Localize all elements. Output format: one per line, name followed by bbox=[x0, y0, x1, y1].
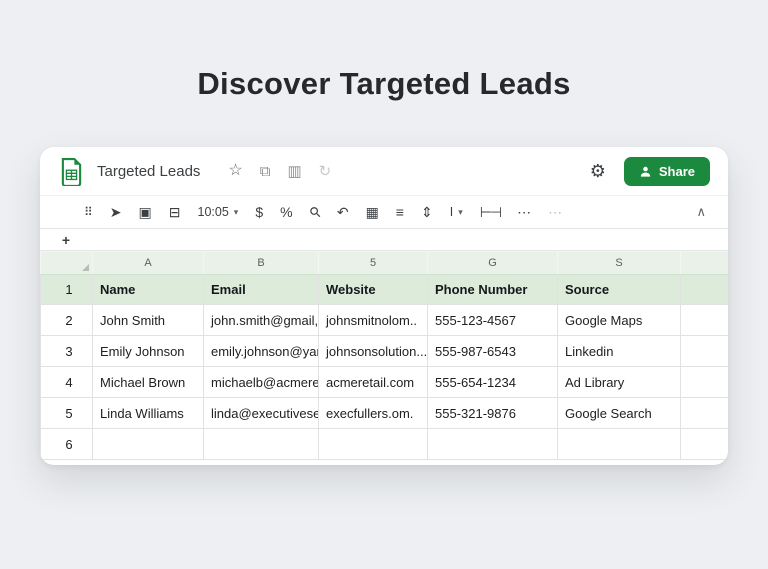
doc-header-actions: ☆ ⧉ ▥ ↻ bbox=[228, 163, 331, 179]
share-button-label: Share bbox=[658, 163, 695, 179]
cell[interactable] bbox=[680, 428, 728, 460]
cell[interactable]: john.smith@gmail, bbox=[203, 304, 319, 336]
spreadsheet-window: Targeted Leads ☆ ⧉ ▥ ↻ ⚙ Share ⠿ ➤ ▣ ⊟ 1… bbox=[40, 147, 728, 465]
cell[interactable]: Ad Library bbox=[557, 366, 681, 398]
cell[interactable]: Linda Williams bbox=[92, 397, 204, 429]
table-row: 3 Emily Johnson emily.johnson@yar johnso… bbox=[40, 335, 728, 367]
cell[interactable]: John Smith bbox=[92, 304, 204, 336]
table-row: 4 Michael Brown michaelb@acmeret acmeret… bbox=[40, 366, 728, 398]
column-header-a[interactable]: A bbox=[92, 251, 204, 275]
cell[interactable] bbox=[680, 397, 728, 429]
settings-gear-icon[interactable]: ⚙ bbox=[590, 162, 606, 180]
vertical-align-icon[interactable]: ⇕ bbox=[421, 205, 433, 219]
cell[interactable]: 555-321-9876 bbox=[427, 397, 558, 429]
column-header-d[interactable]: G bbox=[427, 251, 558, 275]
present-icon[interactable]: ⊟ bbox=[169, 205, 181, 219]
row-number[interactable]: 2 bbox=[40, 304, 93, 336]
paint-format-icon[interactable]: ➤ bbox=[110, 205, 122, 219]
more-options-icon[interactable]: ⋯ bbox=[548, 205, 562, 219]
cell[interactable]: Name bbox=[92, 274, 204, 305]
cell[interactable] bbox=[680, 335, 728, 367]
cell[interactable]: Email bbox=[203, 274, 319, 305]
person-icon bbox=[639, 165, 652, 178]
cell[interactable]: johnsonsolution... bbox=[318, 335, 428, 367]
cell[interactable]: 555-123-4567 bbox=[427, 304, 558, 336]
cell[interactable]: Michael Brown bbox=[92, 366, 204, 398]
cell[interactable]: Website bbox=[318, 274, 428, 305]
column-header-c[interactable]: 5 bbox=[318, 251, 428, 275]
column-header-row: A B 5 G S bbox=[40, 251, 728, 275]
borders-icon[interactable]: ▦ bbox=[366, 205, 379, 219]
cell[interactable]: execfullers.om. bbox=[318, 397, 428, 429]
row-number[interactable]: 1 bbox=[40, 274, 93, 305]
cell[interactable]: michaelb@acmeret bbox=[203, 366, 319, 398]
cell[interactable]: emily.johnson@yar bbox=[203, 335, 319, 367]
share-button[interactable]: Share bbox=[623, 156, 710, 186]
table-row: 1 Name Email Website Phone Number Source bbox=[40, 274, 728, 305]
cell[interactable]: acmeretail.com bbox=[318, 366, 428, 398]
select-all-cell[interactable] bbox=[40, 251, 93, 275]
cell[interactable]: 555-987-6543 bbox=[427, 335, 558, 367]
add-icon[interactable]: + bbox=[40, 232, 92, 248]
zoom-value: 10:05 bbox=[197, 205, 229, 219]
table-row: 2 John Smith john.smith@gmail, johnsmitn… bbox=[40, 304, 728, 336]
cell[interactable]: Phone Number bbox=[427, 274, 558, 305]
percent-format-icon[interactable]: % bbox=[280, 205, 292, 219]
cell[interactable]: Emily Johnson bbox=[92, 335, 204, 367]
page-title: Discover Targeted Leads bbox=[197, 66, 571, 101]
cell[interactable] bbox=[92, 428, 204, 460]
row-number[interactable]: 5 bbox=[40, 397, 93, 429]
text-color-icon: I bbox=[449, 205, 454, 219]
star-icon[interactable]: ☆ bbox=[228, 163, 242, 179]
column-header-b[interactable]: B bbox=[203, 251, 319, 275]
cell[interactable]: Linkedin bbox=[557, 335, 681, 367]
toolbar: ⠿ ➤ ▣ ⊟ 10:05 ▾ $ % ⚲ ↶ ▦ ≡ ⇕ I ▾ ⊢⊣ ⋯ ⋯… bbox=[40, 195, 728, 229]
row-number[interactable]: 4 bbox=[40, 366, 93, 398]
cell[interactable] bbox=[557, 428, 681, 460]
table-row: 6 bbox=[40, 428, 728, 460]
sheets-logo-icon bbox=[60, 157, 83, 186]
doc-header: Targeted Leads ☆ ⧉ ▥ ↻ ⚙ Share bbox=[40, 147, 728, 195]
menus-dots-icon[interactable]: ⠿ bbox=[84, 206, 93, 218]
merge-cells-icon[interactable]: ⊢⊣ bbox=[480, 205, 502, 219]
text-color-control[interactable]: I ▾ bbox=[450, 205, 463, 219]
align-icon[interactable]: ≡ bbox=[396, 205, 404, 219]
cell[interactable] bbox=[427, 428, 558, 460]
column-header-e[interactable]: S bbox=[557, 251, 681, 275]
cell[interactable]: linda@executivese bbox=[203, 397, 319, 429]
frame-icon[interactable]: ▥ bbox=[287, 164, 301, 179]
cell[interactable]: Google Search bbox=[557, 397, 681, 429]
insert-image-icon[interactable]: ▣ bbox=[139, 205, 152, 219]
row-number[interactable]: 6 bbox=[40, 428, 93, 460]
cell[interactable] bbox=[680, 304, 728, 336]
formula-strip: + bbox=[40, 229, 728, 251]
table-row: 5 Linda Williams linda@executivese execf… bbox=[40, 397, 728, 429]
cell[interactable]: 555-654-1234 bbox=[427, 366, 558, 398]
overflow-menu-icon[interactable]: ⋯ bbox=[517, 205, 531, 219]
cell[interactable] bbox=[203, 428, 319, 460]
cell[interactable] bbox=[680, 274, 728, 305]
sync-status-icon: ↻ bbox=[318, 162, 332, 180]
row-number[interactable]: 3 bbox=[40, 335, 93, 367]
cell[interactable] bbox=[680, 366, 728, 398]
currency-format-icon[interactable]: $ bbox=[255, 205, 263, 219]
column-header-partial[interactable] bbox=[680, 251, 728, 275]
spreadsheet-grid: A B 5 G S 1 Name Email Website Phone Num… bbox=[40, 251, 728, 460]
chevron-down-icon: ▾ bbox=[458, 206, 463, 217]
move-folder-icon[interactable]: ⧉ bbox=[260, 164, 271, 179]
collapse-toolbar-icon[interactable]: ∧ bbox=[696, 204, 706, 220]
cell[interactable]: Google Maps bbox=[557, 304, 681, 336]
cell[interactable]: Source bbox=[557, 274, 681, 305]
cell[interactable]: johnsmitnolom.. bbox=[318, 304, 428, 336]
cell[interactable] bbox=[318, 428, 428, 460]
chevron-down-icon: ▾ bbox=[233, 206, 239, 217]
zoom-select[interactable]: 10:05 ▾ bbox=[198, 205, 239, 219]
undo-icon[interactable]: ↶ bbox=[337, 205, 349, 219]
search-icon[interactable]: ⚲ bbox=[305, 203, 324, 222]
doc-title[interactable]: Targeted Leads bbox=[97, 163, 200, 180]
